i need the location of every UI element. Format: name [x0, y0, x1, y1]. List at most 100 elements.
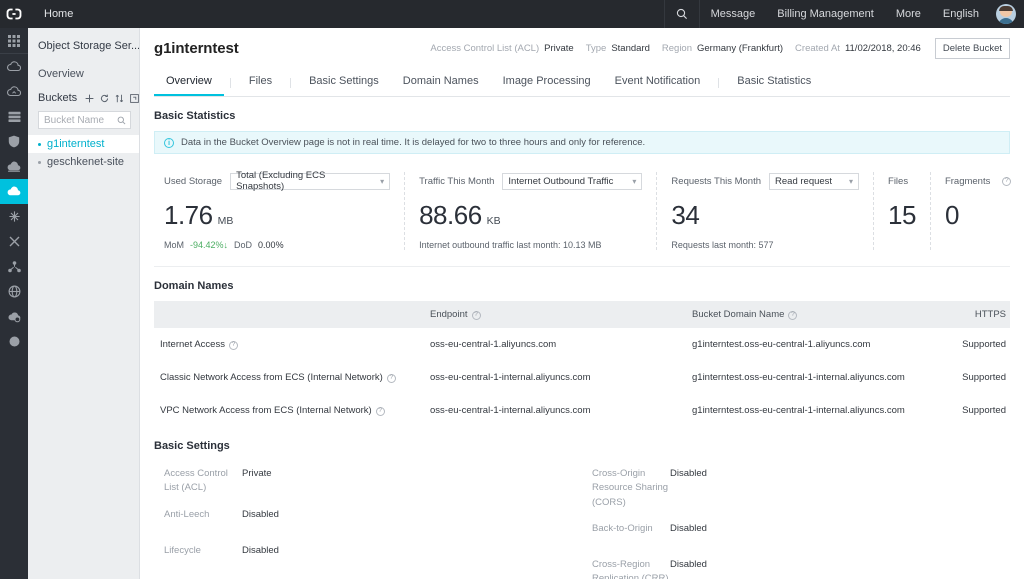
row-type-label: Classic Network Access from ECS (Interna… — [160, 372, 383, 383]
stat-value: 1.76 MB — [164, 200, 390, 231]
basic-settings-grid: Access Control List (ACL) Private Anti-L… — [154, 461, 1010, 579]
stat-used-storage: Used Storage Total (Excluding ECS Snapsh… — [154, 170, 406, 250]
info-banner: i Data in the Bucket Overview page is no… — [154, 131, 1010, 154]
tab-basic-settings[interactable]: Basic Settings — [297, 71, 391, 96]
sidebar-bucket-geschkenet-site[interactable]: geschkenet-site — [28, 153, 139, 171]
bullet-icon — [38, 142, 41, 146]
row-https-status: Supported — [962, 405, 1006, 416]
setting-back-to-origin: Back-to-Origin Disabled — [582, 522, 1010, 546]
tab-basic-statistics[interactable]: Basic Statistics — [725, 71, 823, 96]
buckets-label: Buckets — [38, 92, 78, 104]
chevron-down-icon: ▾ — [380, 176, 385, 186]
row-bucket-domain: g1interntest.oss-eu-central-1-internal.a… — [692, 372, 905, 383]
table-row: VPC Network Access from ECS (Internal Ne… — [154, 394, 1010, 427]
setting-value: Disabled — [670, 468, 707, 479]
stat-number: 34 — [671, 200, 700, 230]
security-icon[interactable] — [0, 304, 28, 329]
stat-footnote: Requests last month: 577 — [671, 240, 774, 250]
stat-footnote — [888, 240, 916, 250]
cdn-icon[interactable] — [0, 229, 28, 254]
expand-icon[interactable] — [130, 92, 139, 104]
avatar[interactable] — [996, 4, 1016, 24]
used-storage-select[interactable]: Total (Excluding ECS Snapshots) ▾ — [230, 170, 391, 192]
database-icon[interactable] — [0, 104, 28, 129]
tab-separator — [718, 78, 720, 88]
cloud-storage-icon[interactable] — [0, 154, 28, 179]
col-type — [154, 301, 424, 328]
search-input[interactable] — [44, 114, 117, 126]
shield-icon[interactable] — [0, 129, 28, 154]
share-nodes-icon[interactable] — [0, 254, 28, 279]
aliyun-logo-icon[interactable] — [0, 0, 28, 28]
row-endpoint: oss-eu-central-1.aliyuncs.com — [430, 339, 557, 350]
help-icon[interactable]: ? — [386, 373, 396, 383]
row-type: Classic Network Access from ECS (Interna… — [154, 361, 424, 394]
table-body: Internet Access? oss-eu-central-1.aliyun… — [154, 328, 1010, 427]
topbar-item-more[interactable]: More — [885, 0, 932, 28]
help-icon[interactable]: ? — [228, 340, 238, 350]
network-icon[interactable] — [0, 204, 28, 229]
row-endpoint: oss-eu-central-1-internal.aliyuncs.com — [430, 372, 591, 383]
search-icon[interactable] — [663, 0, 700, 28]
help-icon[interactable]: ? — [1002, 176, 1012, 186]
setting-anti-leech: Anti-Leech Disabled — [154, 508, 582, 532]
object-storage-icon[interactable] — [0, 179, 28, 204]
refresh-icon[interactable] — [100, 92, 109, 104]
dod-label: DoD — [234, 240, 253, 250]
apps-grid-icon[interactable] — [0, 28, 28, 54]
select-value: Read request — [775, 175, 833, 187]
help-icon[interactable]: ? — [375, 406, 385, 416]
home-link[interactable]: Home — [34, 0, 83, 28]
row-endpoint: oss-eu-central-1-internal.aliyuncs.com — [430, 405, 591, 416]
stat-number: 88.66 — [419, 200, 482, 230]
tab-files[interactable]: Files — [237, 71, 284, 96]
add-icon[interactable] — [85, 92, 94, 104]
top-bar: Home Message Billing Management More Eng… — [0, 0, 1024, 28]
setting-value: Disabled — [242, 508, 279, 520]
delete-bucket-button[interactable]: Delete Bucket — [934, 38, 1010, 59]
help-icon[interactable]: ? — [471, 310, 481, 320]
basic-settings-left-column: Access Control List (ACL) Private Anti-L… — [154, 467, 582, 579]
cloud-arrow-icon[interactable] — [0, 79, 28, 104]
tab-event-notification[interactable]: Event Notification — [603, 71, 713, 96]
basic-settings-right-column: Cross-Origin Resource Sharing (CORS) Dis… — [582, 467, 1010, 579]
body-wrap: Object Storage Ser... Overview Buckets B… — [0, 28, 1024, 579]
stat-value: 88.66 KB — [419, 200, 642, 231]
tab-domain-names[interactable]: Domain Names — [391, 71, 491, 96]
page-title: g1interntest — [154, 40, 239, 57]
tab-overview[interactable]: Overview — [154, 71, 224, 96]
circle-icon[interactable] — [0, 329, 28, 354]
statistics-row: Used Storage Total (Excluding ECS Snapsh… — [154, 170, 1012, 267]
col-endpoint-label: Endpoint — [430, 309, 468, 320]
select-value: Total (Excluding ECS Snapshots) — [236, 170, 326, 192]
traffic-type-select[interactable]: Internet Outbound Traffic ▾ — [502, 172, 643, 190]
row-type-label: VPC Network Access from ECS (Internal Ne… — [160, 405, 372, 416]
stat-footnote — [945, 240, 1011, 250]
topbar-item-english[interactable]: English — [932, 0, 990, 28]
meta-label-created-at: Created At — [795, 43, 840, 54]
cloud-icon[interactable] — [0, 54, 28, 79]
request-type-select[interactable]: Read request ▾ — [769, 172, 860, 190]
stat-label: Files — [888, 175, 909, 187]
globe-icon[interactable] — [0, 279, 28, 304]
stat-requests-this-month: Requests This Month Read request ▾ 34 Re… — [657, 172, 875, 250]
bucket-search[interactable] — [38, 111, 131, 129]
tab-image-processing[interactable]: Image Processing — [491, 71, 603, 96]
sort-icon[interactable] — [115, 92, 124, 104]
topbar-item-message[interactable]: Message — [700, 0, 767, 28]
setting-value: Private — [242, 468, 272, 479]
setting-crr: Cross-Region Replication (CRR) Disabled — [582, 558, 1010, 579]
stat-number: 1.76 — [164, 200, 213, 230]
sidebar-bucket-g1interntest[interactable]: g1interntest — [28, 135, 139, 153]
domain-names-table: Endpoint? Bucket Domain Name? HTTPS Inte… — [154, 301, 1010, 427]
mom-value: -94.42%↓ — [190, 240, 229, 250]
header-meta: Access Control List (ACL) Private Type S… — [418, 38, 1010, 59]
topbar-item-billing-management[interactable]: Billing Management — [766, 0, 885, 28]
stat-fragments: Fragments ? 0 — [931, 172, 1024, 250]
help-icon[interactable]: ? — [788, 310, 798, 320]
tab-bar: Overview Files Basic Settings Domain Nam… — [154, 71, 1010, 97]
sidebar-item-overview[interactable]: Overview — [28, 64, 139, 92]
search-icon[interactable] — [117, 116, 126, 125]
stat-head: Traffic This Month Internet Outbound Tra… — [419, 172, 643, 190]
stat-value: 0 — [945, 200, 1011, 231]
